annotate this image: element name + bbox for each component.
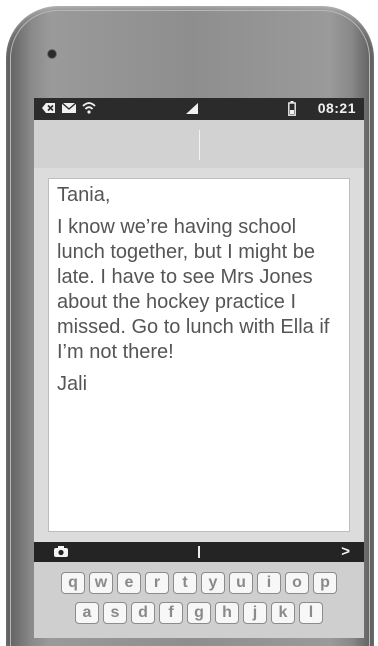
message-body: I know we’re having school lunch togethe…: [57, 216, 330, 363]
phone-screen: 08:21 Tania, I know we’re having school …: [34, 98, 364, 638]
key-e[interactable]: e: [117, 572, 141, 594]
message-box[interactable]: Tania, I know we’re having school lunch …: [48, 178, 350, 532]
toolbar-divider: [198, 546, 200, 558]
key-i[interactable]: i: [257, 572, 281, 594]
front-camera-icon: [48, 50, 56, 58]
camera-icon[interactable]: [54, 546, 68, 557]
keyboard-row-1: q w e r t y u i o p: [34, 572, 364, 594]
phone-frame: 08:21 Tania, I know we’re having school …: [6, 6, 374, 646]
text-cursor: [199, 130, 200, 160]
key-w[interactable]: w: [89, 572, 113, 594]
battery-icon: [288, 101, 296, 116]
message-greeting: Tania,: [57, 184, 111, 206]
mail-icon: [62, 103, 76, 113]
key-y[interactable]: y: [201, 572, 225, 594]
status-bar: 08:21: [34, 98, 364, 120]
wifi-icon: [82, 102, 96, 114]
compose-toolbar: >: [34, 542, 364, 562]
signal-icon: [186, 103, 198, 114]
key-o[interactable]: o: [285, 572, 309, 594]
message-header-bar: [34, 120, 364, 168]
notification-x-icon: [42, 103, 55, 113]
key-t[interactable]: t: [173, 572, 197, 594]
key-q[interactable]: q: [61, 572, 85, 594]
message-signature: Jali: [57, 373, 88, 395]
key-r[interactable]: r: [145, 572, 169, 594]
chevron-right-icon[interactable]: >: [341, 542, 350, 562]
key-p[interactable]: p: [313, 572, 337, 594]
status-time: 08:21: [317, 100, 356, 116]
key-u[interactable]: u: [229, 572, 253, 594]
keyboard: q w e r t y u i o p a s d f g h j k l: [34, 562, 364, 638]
